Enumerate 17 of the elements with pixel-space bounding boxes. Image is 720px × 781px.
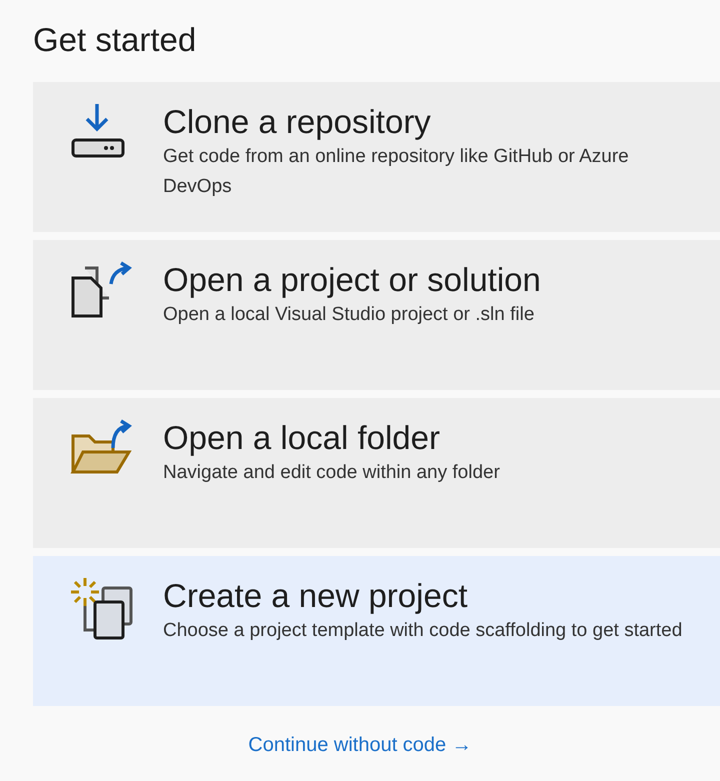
continue-link[interactable]: Continue without code → bbox=[248, 734, 472, 757]
new-project-icon bbox=[69, 576, 135, 640]
card-title: Open a local folder bbox=[163, 418, 440, 458]
card-title: Clone a repository bbox=[163, 102, 431, 142]
card-description: Get code from an online repository like GitHub or Azure DevOps bbox=[163, 145, 630, 199]
action-card[interactable]: Open a project or solution Open a local Visual Studio project or .sln file bbox=[33, 240, 720, 390]
card-title: Create a new project bbox=[163, 576, 468, 616]
card-description: Open a local Visual Studio project or .sln file bbox=[163, 303, 534, 327]
action-card[interactable]: Create a new project Choose a project template with code scaffolding to get started bbox=[33, 556, 720, 706]
download-drive-icon bbox=[69, 102, 125, 158]
action-card[interactable]: Open a local folder Navigate and edit code within any folder bbox=[33, 398, 720, 548]
card-title: Open a project or solution bbox=[163, 260, 541, 300]
card-description: Choose a project template with code scaffolding to get started bbox=[163, 619, 682, 643]
action-card[interactable]: Clone a repository Get code from an online repository like GitHub or Azure DevOps bbox=[33, 82, 720, 232]
folder-arrow-icon bbox=[69, 418, 135, 476]
card-description: Navigate and edit code within any folder bbox=[163, 461, 500, 485]
page-heading: Get started bbox=[33, 20, 198, 60]
